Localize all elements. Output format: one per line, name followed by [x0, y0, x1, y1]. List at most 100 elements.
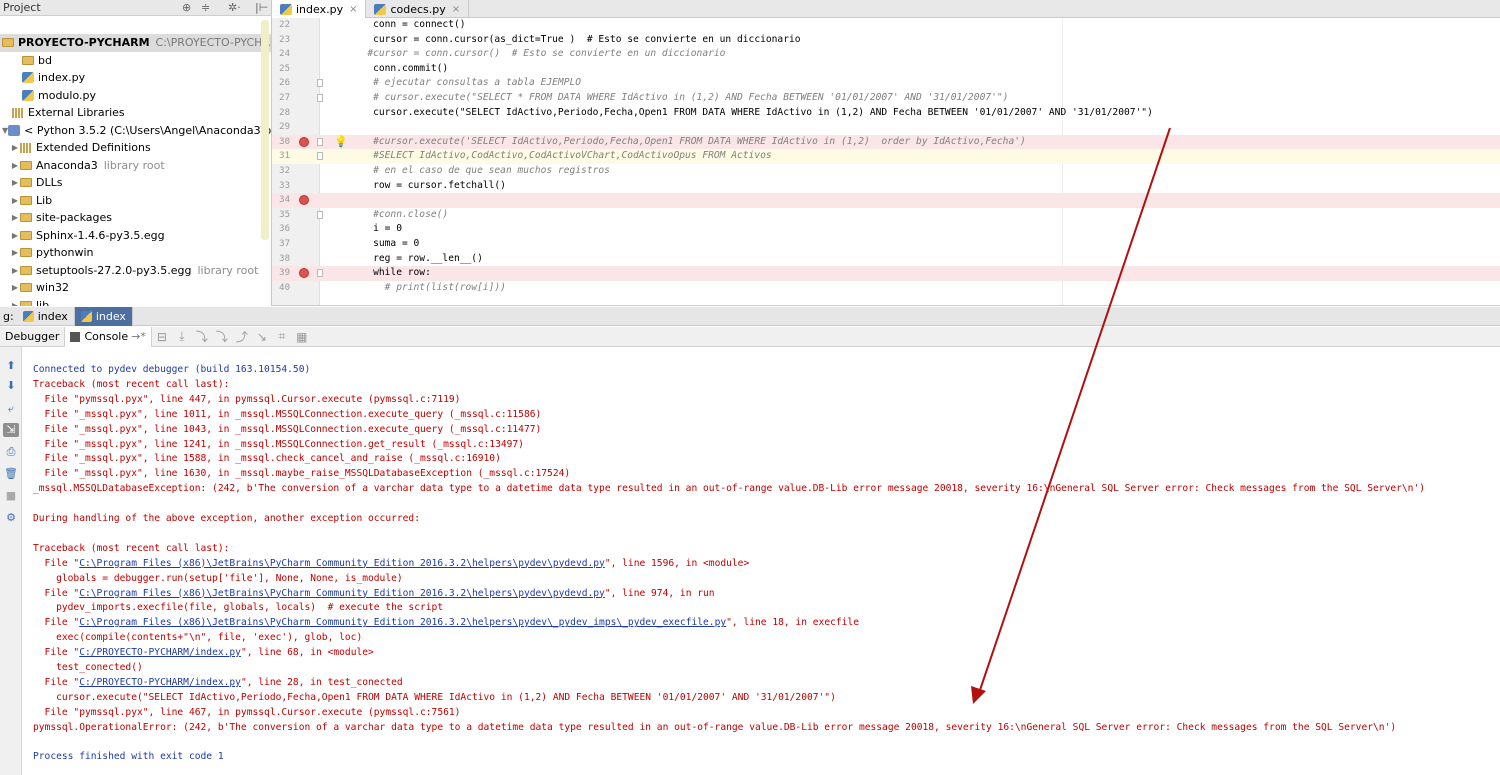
tree-item[interactable]: ▶ site-packages	[0, 209, 271, 227]
fold-marker-icon[interactable]	[317, 269, 323, 278]
line-number[interactable]: 37	[272, 237, 290, 252]
tree-item[interactable]: ▶ Lib	[0, 192, 271, 210]
code-line[interactable]: 35 #conn.close()	[272, 208, 1500, 223]
line-number[interactable]: 32	[272, 164, 290, 179]
step-out-icon[interactable]: ⤴	[232, 328, 252, 345]
tree-item[interactable]: ▶ Extended Definitions	[0, 139, 271, 157]
collapsed-arrow-icon[interactable]: ▶	[10, 161, 20, 170]
tree-item[interactable]: bd	[0, 52, 271, 70]
collapsed-arrow-icon[interactable]: ▶	[10, 248, 20, 257]
line-number[interactable]: 26	[272, 76, 290, 91]
collapsed-arrow-icon[interactable]: ▶	[10, 301, 20, 306]
run-tab[interactable]: index	[17, 306, 75, 326]
settings-icon[interactable]: ⚙	[3, 511, 19, 525]
tree-item[interactable]: ▶ Anaconda3 library root	[0, 157, 271, 175]
line-number[interactable]: 24	[272, 47, 290, 62]
collapse-icon[interactable]: ≑	[201, 0, 210, 16]
stop-icon[interactable]: ■	[3, 489, 19, 503]
run-tab[interactable]: index	[74, 306, 133, 326]
intention-bulb-icon[interactable]: 💡	[334, 135, 348, 150]
collapsed-arrow-icon[interactable]: ▶	[10, 231, 20, 240]
tree-item[interactable]: ▶ pythonwin	[0, 244, 271, 262]
code-line[interactable]: 23 cursor = conn.cursor(as_dict=True ) #…	[272, 33, 1500, 48]
line-number[interactable]: 35	[272, 208, 290, 223]
file-link[interactable]: C:\Program Files (x86)\JetBrains\PyCharm…	[79, 558, 605, 569]
frames-icon[interactable]: ▦	[292, 330, 312, 344]
fold-marker-icon[interactable]	[317, 152, 323, 161]
line-number[interactable]: 36	[272, 222, 290, 237]
step-into-icon[interactable]: ⤵	[192, 328, 212, 345]
print-icon[interactable]: ⎙	[3, 445, 19, 459]
file-link[interactable]: C:\Program Files (x86)\JetBrains\PyCharm…	[79, 617, 726, 628]
code-line[interactable]: 36 i = 0	[272, 222, 1500, 237]
tree-item[interactable]: ▶ setuptools-27.2.0-py3.5.egg library root	[0, 262, 271, 280]
line-number[interactable]: 39	[272, 266, 290, 281]
code-line[interactable]: 31 #SELECT IdActivo,CodActivo,CodActivoV…	[272, 149, 1500, 164]
code-line[interactable]: 29	[272, 120, 1500, 135]
code-editor[interactable]: 22 conn = connect() 23 cursor = conn.curs…	[272, 18, 1500, 306]
collapsed-arrow-icon[interactable]: ▶	[10, 143, 20, 152]
tree-item[interactable]: ▶ Sphinx-1.4.6-py3.5.egg	[0, 227, 271, 245]
editor-tab[interactable]: codecs.py ×	[366, 0, 470, 18]
project-title[interactable]: Project	[0, 1, 41, 14]
tree-item[interactable]: ▶ DLLs	[0, 174, 271, 192]
collapsed-arrow-icon[interactable]: ▶	[10, 196, 20, 205]
hide-icon[interactable]: |⊢	[255, 0, 268, 16]
code-line[interactable]: 38 reg = row.__len__()	[272, 252, 1500, 267]
scroll-to-end-icon[interactable]: ⇲	[3, 423, 19, 437]
tree-item[interactable]: index.py	[0, 69, 271, 87]
tree-item[interactable]: ▶ lib	[0, 297, 271, 306]
clear-all-icon[interactable]: 🗑	[3, 467, 19, 481]
code-line[interactable]: 34	[272, 193, 1500, 208]
collapsed-arrow-icon[interactable]: ▶	[10, 178, 20, 187]
code-line[interactable]: 26 # ejecutar consultas a tabla EJEMPLO	[272, 76, 1500, 91]
fold-marker-icon[interactable]	[317, 79, 323, 88]
line-number[interactable]: 27	[272, 91, 290, 106]
collapsed-arrow-icon[interactable]: ▶	[10, 283, 20, 292]
code-line[interactable]: 28 cursor.execute("SELECT IdActivo,Perio…	[272, 106, 1500, 121]
gear-icon[interactable]: ✲·	[228, 0, 241, 16]
scroll-down-icon[interactable]: ⬇	[3, 379, 19, 393]
console-output[interactable]: Connected to pydev debugger (build 163.1…	[22, 347, 1500, 775]
breakpoint-icon[interactable]	[299, 195, 309, 206]
tab-console[interactable]: Console →*	[65, 326, 152, 347]
line-number[interactable]: 22	[272, 18, 290, 33]
code-line[interactable]: 33 row = cursor.fetchall()	[272, 179, 1500, 194]
code-line[interactable]: 30 💡 #cursor.execute('SELECT IdActivo,Per…	[272, 134, 1500, 150]
line-number[interactable]: 29	[272, 120, 290, 135]
evaluate-icon[interactable]: ⌗	[272, 329, 292, 344]
code-line[interactable]: 32 # en el caso de que sean muchos regis…	[272, 164, 1500, 179]
soft-wrap-icon[interactable]: ⤶	[3, 402, 19, 416]
line-number[interactable]: 23	[272, 33, 290, 48]
line-number[interactable]: 38	[272, 252, 290, 267]
breakpoint-icon[interactable]	[299, 268, 309, 279]
line-number[interactable]: 40	[272, 281, 290, 296]
collapsed-arrow-icon[interactable]: ▶	[10, 213, 20, 222]
code-line[interactable]: 37 suma = 0	[272, 237, 1500, 252]
code-line[interactable]: 39 while row:	[272, 266, 1500, 281]
fold-marker-icon[interactable]	[317, 94, 323, 102]
tree-item[interactable]: PROYECTO-PYCHARM C:\PROYECTO-PYCHARM	[0, 34, 271, 52]
code-line[interactable]: 22 conn = connect()	[272, 18, 1500, 33]
tree-item[interactable]: ▼ < Python 3.5.2 (C:\Users\Angel\Anaconda…	[0, 122, 271, 140]
project-scrollbar[interactable]	[261, 20, 269, 240]
collapsed-arrow-icon[interactable]: ▶	[10, 266, 20, 275]
code-line[interactable]: 40 # print(list(row[i]))	[272, 281, 1500, 296]
line-number[interactable]: 28	[272, 106, 290, 121]
step-into-my-code-icon[interactable]: ⤵	[212, 328, 232, 345]
code-line[interactable]: 24 #cursor = conn.cursor() # Esto se con…	[272, 47, 1500, 62]
line-number[interactable]: 31	[272, 149, 290, 164]
code-line[interactable]: 25 conn.commit()	[272, 62, 1500, 77]
step-over-icon[interactable]: ⤓	[172, 329, 192, 344]
sync-icon[interactable]: ⊕	[182, 0, 191, 16]
code-line[interactable]: 27 # cursor.execute("SELECT * FROM DATA …	[272, 91, 1500, 106]
file-link[interactable]: C:/PROYECTO-PYCHARM/index.py	[79, 647, 241, 658]
line-number[interactable]: 33	[272, 179, 290, 194]
breakpoint-icon[interactable]	[299, 136, 309, 147]
show-execution-point-icon[interactable]: ⊟	[152, 330, 172, 344]
tab-debugger[interactable]: Debugger	[0, 326, 66, 347]
scroll-up-icon[interactable]: ⬆	[3, 359, 19, 373]
file-link[interactable]: C:\Program Files (x86)\JetBrains\PyCharm…	[79, 588, 605, 599]
tree-item[interactable]: External Libraries	[0, 104, 271, 122]
tree-item[interactable]: modulo.py	[0, 87, 271, 105]
